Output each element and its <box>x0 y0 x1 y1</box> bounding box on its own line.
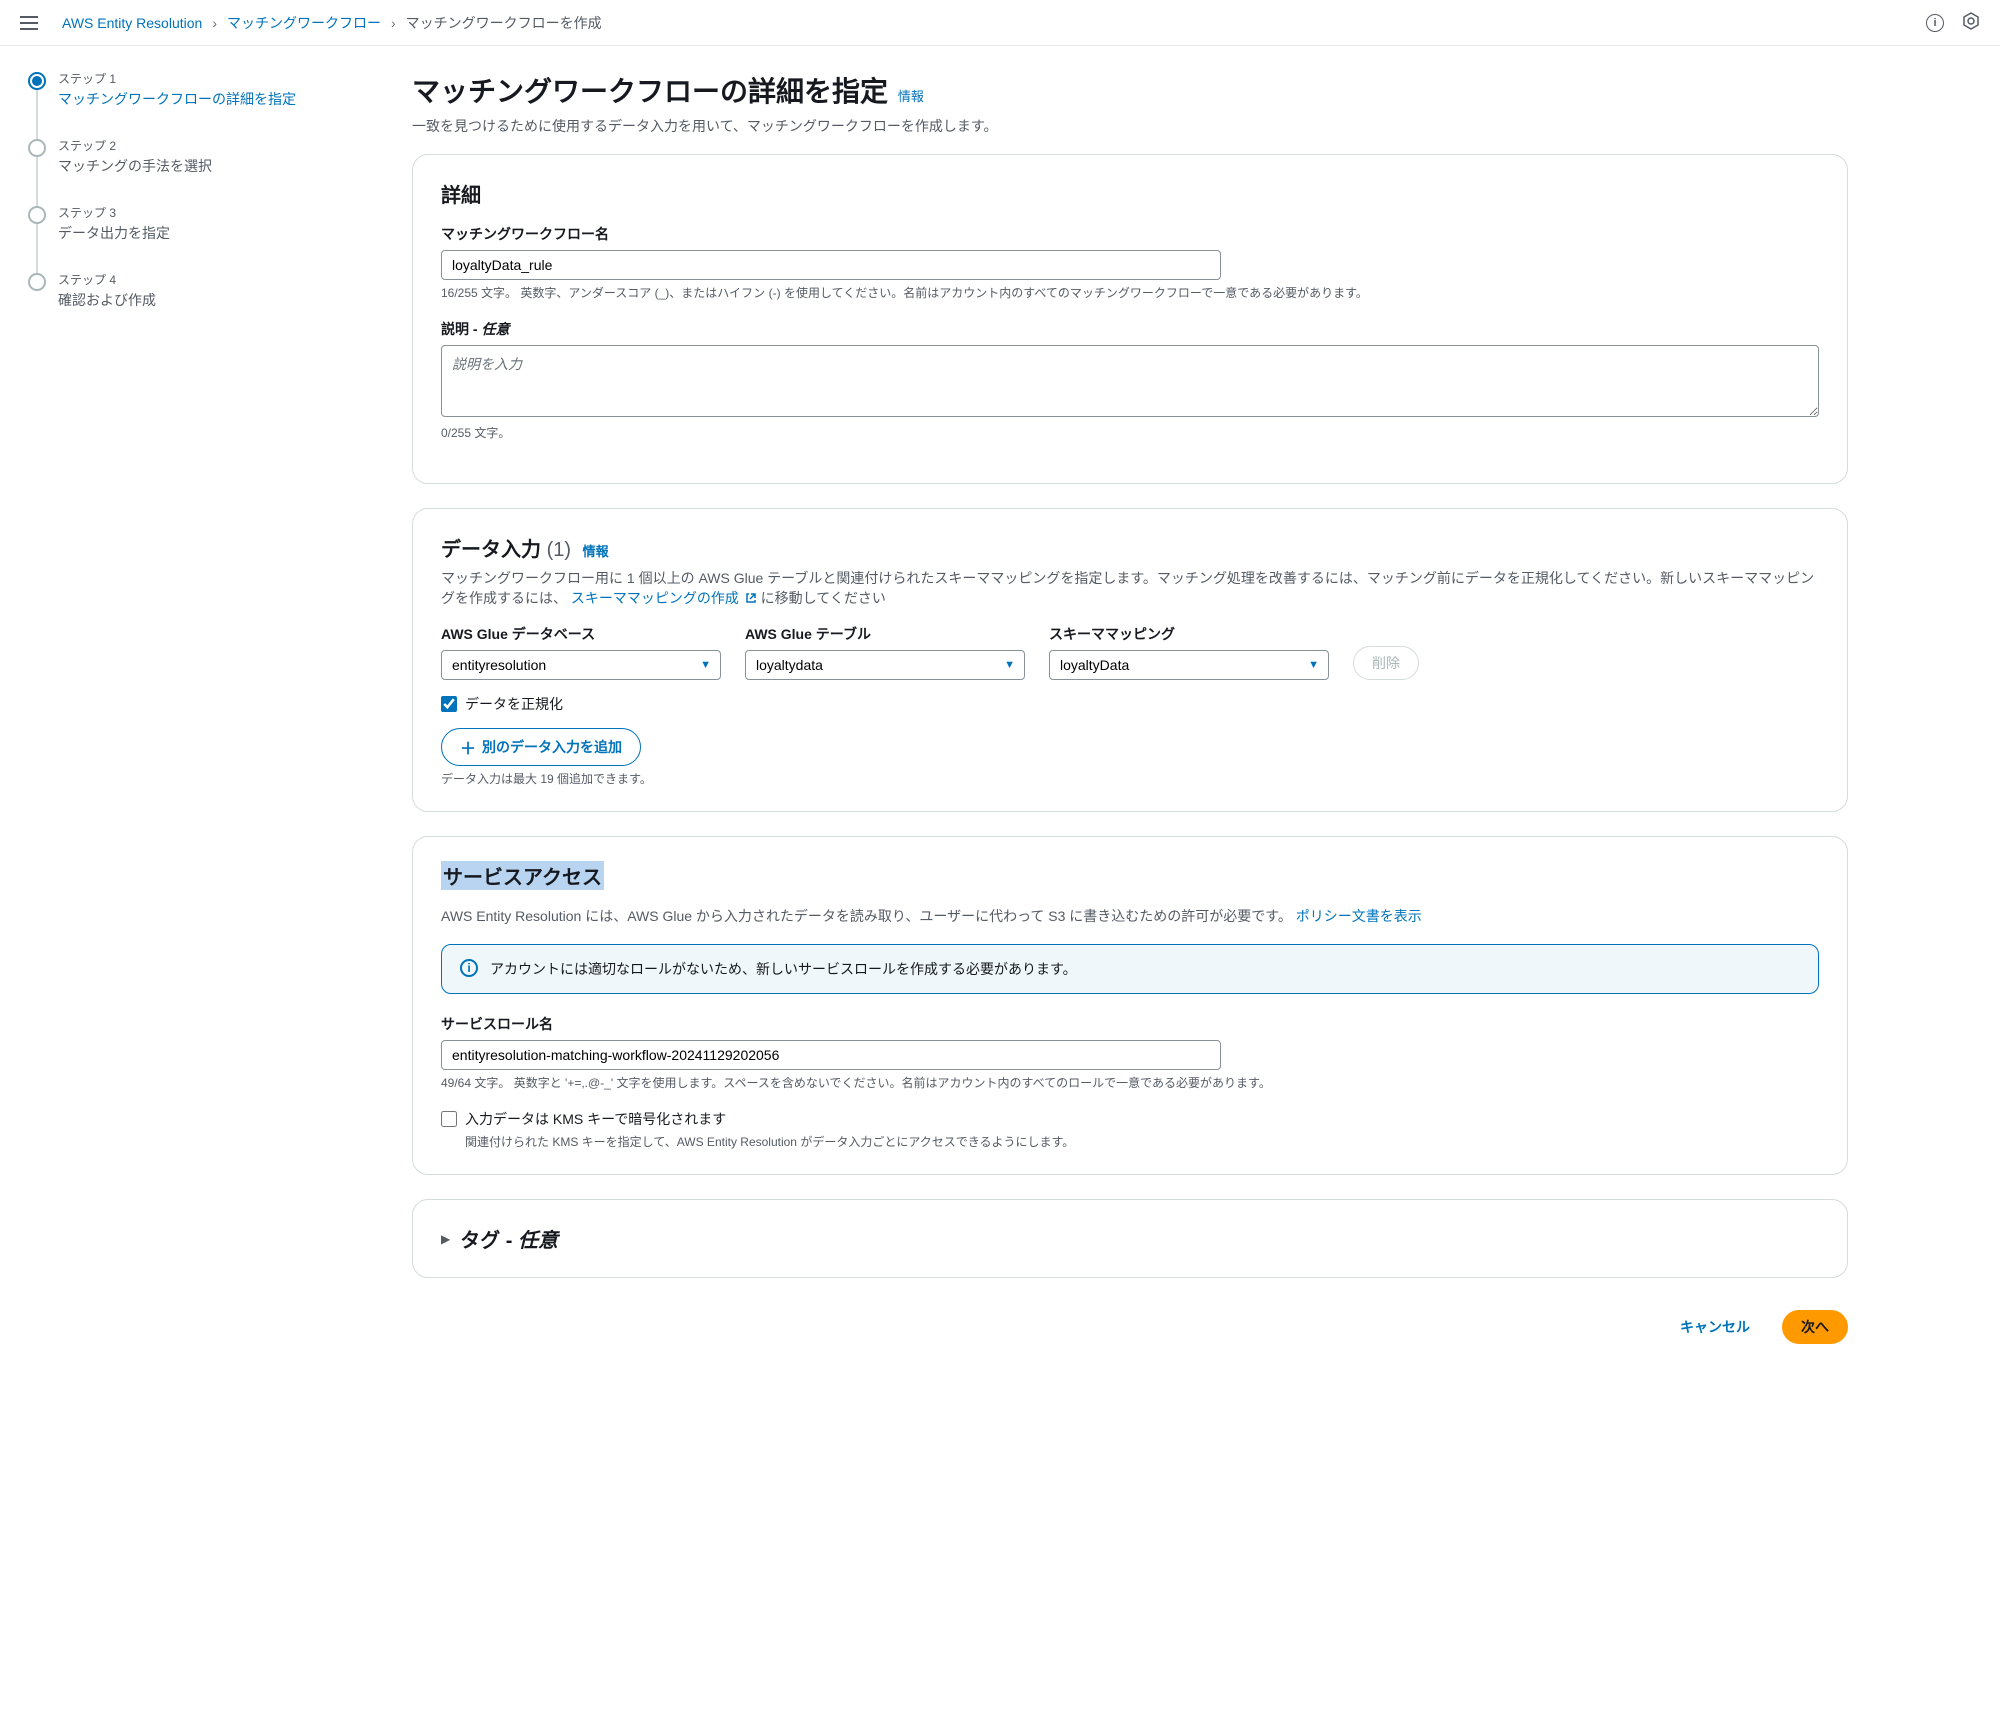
normalize-label: データを正規化 <box>465 694 563 714</box>
step-num: ステップ 2 <box>58 137 360 154</box>
tags-heading: タグ - 任意 <box>460 1224 558 1253</box>
info-alert: i アカウントには適切なロールがないため、新しいサービスロールを作成する必要があ… <box>441 944 1819 994</box>
breadcrumb-sep-icon: › <box>391 15 396 31</box>
data-input-panel: データ入力 (1) 情報 マッチングワークフロー用に 1 個以上の AWS Gl… <box>412 508 1848 812</box>
step-title: データ出力を指定 <box>58 223 360 243</box>
workflow-name-label: マッチングワークフロー名 <box>441 224 1819 244</box>
breadcrumb-root[interactable]: AWS Entity Resolution <box>62 15 202 31</box>
schema-mapping-label: スキーママッピング <box>1049 624 1329 644</box>
step-1[interactable]: ステップ 1 マッチングワークフローの詳細を指定 <box>28 70 360 137</box>
step-num: ステップ 1 <box>58 70 360 87</box>
external-link-icon <box>745 592 757 604</box>
details-heading: 詳細 <box>441 179 1819 208</box>
schema-mapping-link[interactable]: スキーママッピングの作成 <box>571 590 761 606</box>
schema-mapping-select[interactable]: loyaltyData <box>1049 650 1329 680</box>
cancel-button[interactable]: キャンセル <box>1662 1310 1768 1344</box>
tags-panel: ▶ タグ - 任意 <box>412 1199 1848 1278</box>
footer-actions: キャンセル 次へ <box>412 1302 1848 1368</box>
workflow-name-hint: 16/255 文字。 英数字、アンダースコア (_)、またはハイフン (-) を… <box>441 284 1819 301</box>
kms-label: 入力データは KMS キーで暗号化されます <box>465 1109 726 1129</box>
description-input[interactable] <box>441 345 1819 417</box>
breadcrumb-parent[interactable]: マッチングワークフロー <box>227 13 381 33</box>
step-indicator-icon <box>28 139 46 157</box>
kms-checkbox[interactable] <box>441 1111 457 1127</box>
step-title: マッチングの手法を選択 <box>58 156 360 176</box>
plus-icon: ＋ <box>460 735 476 759</box>
kms-hint: 関連付けられた KMS キーを指定して、AWS Entity Resolutio… <box>465 1133 1819 1150</box>
support-icon[interactable] <box>1962 12 1980 33</box>
workflow-name-input[interactable] <box>441 250 1221 280</box>
service-role-hint: 49/64 文字。 英数字と '+=,.@-_' 文字を使用します。スペースを含… <box>441 1074 1819 1091</box>
normalize-checkbox[interactable] <box>441 696 457 712</box>
delete-input-button[interactable]: 削除 <box>1353 646 1419 680</box>
step-title: 確認および作成 <box>58 290 360 310</box>
service-access-desc: AWS Entity Resolution には、AWS Glue から入力され… <box>441 906 1819 926</box>
service-role-input[interactable] <box>441 1040 1221 1070</box>
add-data-input-button[interactable]: ＋ 別のデータ入力を追加 <box>441 728 641 766</box>
glue-db-select[interactable]: entityresolution <box>441 650 721 680</box>
service-role-label: サービスロール名 <box>441 1014 1819 1034</box>
info-icon: i <box>460 959 478 977</box>
add-input-hint: データ入力は最大 19 個追加できます。 <box>441 770 1819 787</box>
step-indicator-icon <box>28 273 46 291</box>
page-desc: 一致を見つけるために使用するデータ入力を用いて、マッチングワークフローを作成しま… <box>412 116 1848 136</box>
step-4[interactable]: ステップ 4 確認および作成 <box>28 271 360 338</box>
data-input-desc: マッチングワークフロー用に 1 個以上の AWS Glue テーブルと関連付けら… <box>441 568 1819 608</box>
breadcrumb: AWS Entity Resolution › マッチングワークフロー › マッ… <box>62 13 1926 33</box>
alert-text: アカウントには適切なロールがないため、新しいサービスロールを作成する必要がありま… <box>490 959 1077 979</box>
menu-icon[interactable] <box>20 16 38 30</box>
description-label: 説明 - 任意 <box>441 319 1819 339</box>
wizard-steps: ステップ 1 マッチングワークフローの詳細を指定 ステップ 2 マッチングの手法… <box>0 46 380 1392</box>
glue-db-label: AWS Glue データベース <box>441 624 721 644</box>
step-indicator-icon <box>28 72 46 90</box>
caret-right-icon: ▶ <box>441 1232 450 1246</box>
step-num: ステップ 4 <box>58 271 360 288</box>
page-title: マッチングワークフローの詳細を指定 <box>412 76 888 107</box>
glue-table-select[interactable]: loyaltydata <box>745 650 1025 680</box>
details-panel: 詳細 マッチングワークフロー名 16/255 文字。 英数字、アンダースコア (… <box>412 154 1848 484</box>
service-access-heading: サービスアクセス <box>441 861 604 890</box>
tags-expand-toggle[interactable]: ▶ タグ - 任意 <box>441 1224 1819 1253</box>
step-3[interactable]: ステップ 3 データ出力を指定 <box>28 204 360 271</box>
policy-doc-link[interactable]: ポリシー文書を表示 <box>1296 908 1422 924</box>
glue-table-label: AWS Glue テーブル <box>745 624 1025 644</box>
step-num: ステップ 3 <box>58 204 360 221</box>
info-icon[interactable]: i <box>1926 14 1944 32</box>
step-indicator-icon <box>28 206 46 224</box>
description-hint: 0/255 文字。 <box>441 424 1819 441</box>
info-link[interactable]: 情報 <box>583 544 609 559</box>
service-access-panel: サービスアクセス AWS Entity Resolution には、AWS Gl… <box>412 836 1848 1175</box>
step-title: マッチングワークフローの詳細を指定 <box>58 89 360 109</box>
breadcrumb-sep-icon: › <box>212 15 217 31</box>
breadcrumb-current: マッチングワークフローを作成 <box>406 13 602 33</box>
next-button[interactable]: 次へ <box>1782 1310 1848 1344</box>
info-link[interactable]: 情報 <box>898 89 924 104</box>
data-input-heading: データ入力 (1) 情報 <box>441 533 1819 562</box>
step-2[interactable]: ステップ 2 マッチングの手法を選択 <box>28 137 360 204</box>
